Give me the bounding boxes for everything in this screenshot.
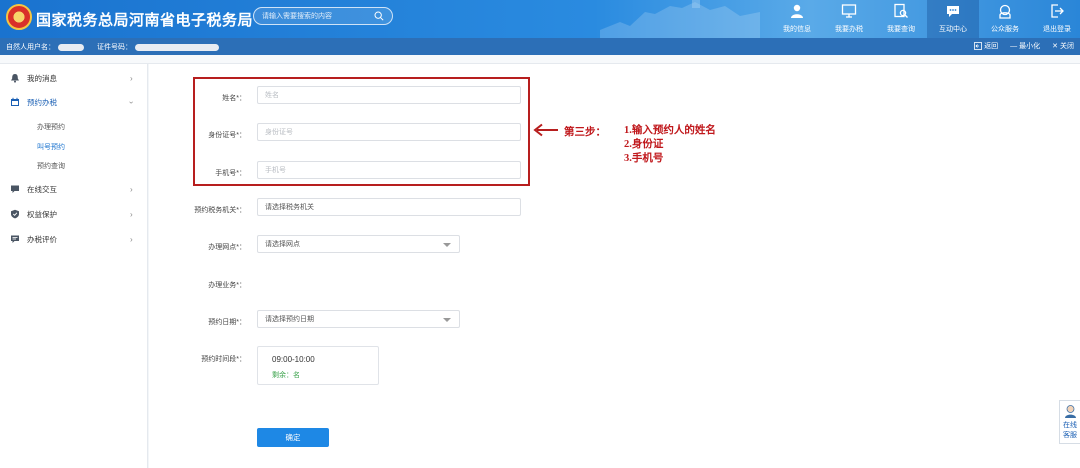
caret-down-icon	[443, 318, 451, 322]
chevron-right-icon: ›	[130, 209, 133, 219]
nav-my-info[interactable]: 我的信息	[771, 0, 823, 38]
monitor-icon	[841, 4, 857, 18]
nav-query[interactable]: 我要查询	[875, 0, 927, 38]
nav-label: 我要查询	[887, 26, 915, 33]
document-search-icon	[894, 3, 908, 18]
chat-icon	[11, 185, 19, 193]
online-service-label: 在线客服	[1063, 422, 1077, 439]
shield-icon	[11, 209, 19, 219]
annotation-highlight-box	[193, 77, 530, 186]
search-input[interactable]	[262, 10, 370, 23]
service-site-label: 办理网点*：	[208, 244, 246, 251]
back-label: 返回	[984, 43, 999, 50]
step-instructions: 1.输入预约人的姓名 2.身份证 3.手机号	[624, 124, 716, 166]
masked-id-number	[135, 43, 219, 51]
step-line: 1.输入预约人的姓名	[624, 125, 716, 136]
sidebar-item-label: 权益保护	[27, 209, 57, 219]
minimize-icon: —	[1010, 42, 1018, 50]
main-nav: 我的信息 我要办税 我要查询 互动中心 公众服务 退出登录	[771, 0, 1080, 38]
chevron-down-icon: ›	[126, 100, 136, 104]
tax-office-select[interactable]: 请选择税务机关	[257, 198, 521, 216]
nav-public-service[interactable]: 公众服务	[979, 0, 1031, 38]
username-label: 自然人用户名：	[6, 44, 55, 51]
nav-label: 我的信息	[783, 26, 811, 33]
id-number-label: 证件号码：	[97, 44, 132, 51]
window-controls: 返回 — 最小化 ✕ 关闭	[974, 41, 1074, 51]
sidebar-item-online-interaction[interactable]: 在线交互 ›	[0, 180, 148, 198]
confirm-button[interactable]: 确定	[257, 428, 329, 447]
appointment-date-value: 请选择预约日期	[265, 316, 314, 323]
masked-username	[58, 43, 84, 51]
search-box[interactable]	[253, 7, 393, 25]
chat-icon	[947, 6, 959, 17]
service-site-select[interactable]: 请选择网点	[257, 235, 460, 253]
back-icon	[974, 42, 983, 50]
service-site-value: 请选择网点	[265, 241, 300, 248]
minimize-button[interactable]: — 最小化	[1010, 41, 1040, 51]
nav-label: 退出登录	[1043, 26, 1071, 33]
sub-item-handle-appointment[interactable]: 办理预约	[37, 122, 65, 132]
caret-down-icon	[443, 243, 451, 247]
comment-icon	[11, 235, 19, 243]
tax-office-value: 请选择税务机关	[265, 204, 314, 211]
close-button[interactable]: ✕ 关闭	[1052, 41, 1074, 51]
sub-item-appointment-query[interactable]: 预约查询	[37, 161, 65, 171]
great-wall-decoration	[600, 0, 760, 38]
step-line: 3.手机号	[624, 153, 664, 164]
time-slot-label: 预约时间段*：	[201, 356, 246, 363]
divider-strip	[0, 55, 1080, 64]
logout-icon	[1051, 4, 1064, 18]
appointment-date-select[interactable]: 请选择预约日期	[257, 310, 460, 328]
sidebar-item-label: 我的消息	[27, 73, 57, 83]
site-title: 国家税务总局河南省电子税务局	[36, 12, 254, 29]
chevron-right-icon: ›	[130, 184, 133, 194]
sidebar-item-label: 预约办税	[27, 97, 57, 107]
appointment-date-label: 预约日期*：	[208, 319, 246, 326]
step-line: 2.身份证	[624, 139, 664, 150]
sidebar-item-appointment[interactable]: 预约办税 ›	[0, 93, 148, 111]
nav-label: 互动中心	[939, 26, 967, 33]
sidebar-item-label: 在线交互	[27, 184, 57, 194]
back-button[interactable]: 返回	[974, 41, 998, 51]
tax-office-label: 预约税务机关*：	[194, 207, 246, 214]
nav-interaction-center[interactable]: 互动中心	[927, 0, 979, 38]
step-label: 第三步：	[564, 127, 606, 138]
time-slot-card[interactable]: 09:00-10:00 剩余：名	[257, 346, 379, 385]
nav-tax-handling[interactable]: 我要办税	[823, 0, 875, 38]
agent-avatar-icon	[1065, 405, 1076, 418]
chevron-right-icon: ›	[130, 73, 133, 83]
nav-label: 公众服务	[991, 26, 1019, 33]
arrow-left-icon	[533, 123, 558, 137]
minimize-label: 最小化	[1019, 43, 1041, 50]
time-slot-range: 09:00-10:00	[272, 355, 315, 364]
remaining-count: 剩余：名	[272, 372, 300, 379]
user-info-bar: 自然人用户名： 证件号码： 返回 — 最小化 ✕ 关闭	[0, 38, 1080, 55]
sidebar-item-rights-protection[interactable]: 权益保护 ›	[0, 205, 148, 223]
bell-icon	[11, 74, 19, 83]
user-icon	[791, 4, 803, 18]
business-label: 办理业务*：	[208, 282, 246, 289]
id-number-field: 证件号码：	[97, 42, 219, 52]
sidebar: 我的消息 › 预约办税 › 办理预约 叫号预约 预约查询 在线交互 › 权益保护…	[0, 64, 148, 468]
sidebar-item-tax-evaluation[interactable]: 办税评价 ›	[0, 230, 148, 248]
nav-logout[interactable]: 退出登录	[1031, 0, 1080, 38]
nav-label: 我要办税	[835, 26, 863, 33]
top-header: 国家税务总局河南省电子税务局 我的信息 我要办税 我要查询 互动中心	[0, 0, 1080, 38]
tax-bureau-logo	[6, 4, 32, 30]
sidebar-item-label: 办税评价	[27, 234, 57, 244]
calendar-icon	[11, 97, 19, 106]
close-icon: ✕	[1052, 43, 1058, 50]
sub-item-queue-appointment[interactable]: 叫号预约	[37, 142, 65, 152]
close-label: 关闭	[1060, 43, 1074, 50]
online-service-widget[interactable]: 在线客服	[1059, 400, 1080, 444]
search-icon[interactable]	[374, 11, 384, 21]
sidebar-item-my-messages[interactable]: 我的消息 ›	[0, 69, 148, 87]
username-field: 自然人用户名：	[6, 42, 84, 52]
service-icon	[999, 4, 1011, 19]
chevron-right-icon: ›	[130, 234, 133, 244]
